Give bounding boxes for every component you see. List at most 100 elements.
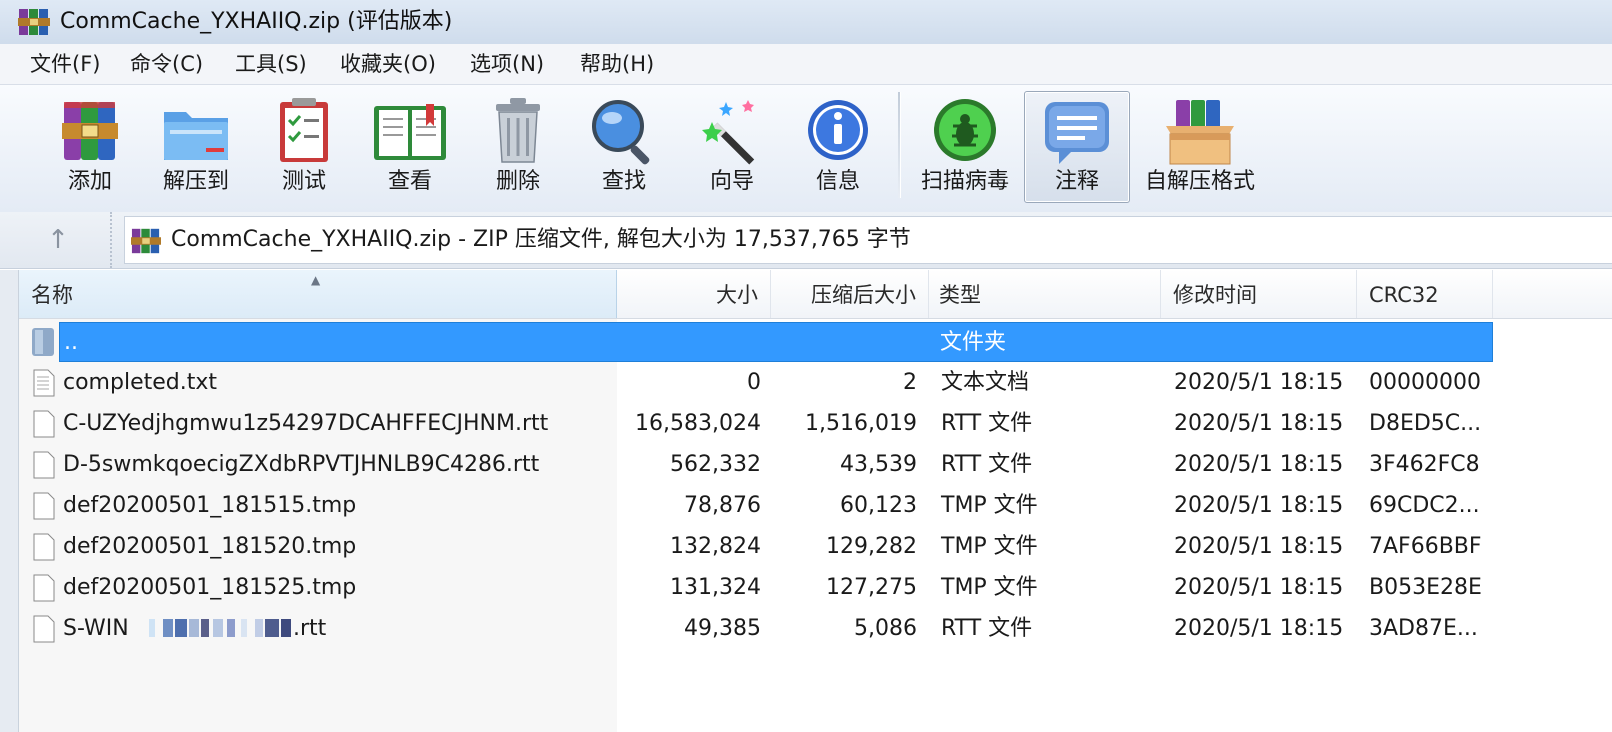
file-modified: 2020/5/1 18:15 (1174, 493, 1344, 518)
toolbar: 添加 解压到 测试 查看 删除 查找 向导 信息 扫描病毒 注释 自解压格式 (0, 85, 1612, 213)
file-name: def20200501_181525.tmp (63, 575, 357, 600)
menu-favorites[interactable]: 收藏夹(O) (338, 48, 438, 80)
add-label: 添加 (67, 169, 112, 194)
header-size[interactable]: 大小 (617, 270, 771, 318)
file-crc32: 3F462FC8 (1369, 452, 1480, 477)
wizard-label: 向导 (709, 169, 754, 194)
file-type: TMP 文件 (941, 534, 1038, 559)
file-icon (33, 615, 55, 643)
add-button[interactable]: 添加 (38, 91, 142, 203)
extract-folder-icon (164, 112, 228, 160)
header-filler (1493, 270, 1612, 318)
wizard-button[interactable]: 向导 (684, 91, 780, 203)
delete-label: 删除 (495, 169, 540, 194)
file-packed-size: 43,539 (840, 452, 917, 477)
folder-up-icon (32, 328, 54, 356)
header-crc32[interactable]: CRC32 (1357, 270, 1493, 318)
comment-label: 注释 (1054, 169, 1099, 194)
sfx-label: 自解压格式 (1144, 169, 1255, 194)
table-row[interactable]: S-WIN .rtt 49,385 5,086 RTT 文件 2020/5/1 … (19, 609, 1493, 649)
archive-path-text: CommCache_YXHAIIQ.zip - ZIP 压缩文件, 解包大小为 … (171, 227, 911, 252)
table-row[interactable]: def20200501_181520.tmp 132,824 129,282 T… (19, 527, 1493, 567)
table-row[interactable]: completed.txt 0 2 文本文档 2020/5/1 18:15 00… (19, 363, 1493, 403)
file-crc32: 00000000 (1369, 370, 1481, 395)
file-type: RTT 文件 (941, 616, 1033, 641)
file-modified: 2020/5/1 18:15 (1174, 534, 1344, 559)
text-file-icon (33, 369, 55, 397)
header-type[interactable]: 类型 (929, 270, 1161, 318)
toolbar-separator (898, 92, 901, 198)
list-item-parent-folder[interactable]: .. 文件夹 (59, 322, 1493, 362)
file-name: def20200501_181520.tmp (63, 534, 357, 559)
test-checklist-icon (280, 98, 328, 162)
magic-wand-icon (702, 100, 755, 165)
table-row[interactable]: def20200501_181515.tmp 78,876 60,123 TMP… (19, 486, 1493, 526)
file-modified: 2020/5/1 18:15 (1174, 616, 1344, 641)
up-arrow-icon[interactable]: ↑ (36, 218, 80, 262)
file-packed-size: 129,282 (826, 534, 917, 559)
info-label: 信息 (815, 169, 860, 194)
file-icon (33, 533, 55, 561)
file-icon (33, 451, 55, 479)
file-packed-size: 2 (903, 370, 917, 395)
file-type: RTT 文件 (941, 452, 1033, 477)
comment-button[interactable]: 注释 (1024, 91, 1130, 203)
file-crc32: B053E28E (1369, 575, 1482, 600)
magnifier-icon (592, 100, 650, 165)
delete-button[interactable]: 删除 (470, 91, 566, 203)
parent-folder-type: 文件夹 (940, 330, 1007, 355)
file-size: 131,324 (670, 575, 761, 600)
menu-options[interactable]: 选项(N) (468, 48, 546, 80)
trash-icon (496, 98, 540, 163)
file-crc32: 3AD87E... (1369, 616, 1478, 641)
title-bar[interactable]: CommCache_YXHAIIQ.zip (评估版本) (0, 0, 1612, 45)
header-name[interactable]: 名称 ▲ (19, 270, 617, 318)
file-icon (33, 410, 55, 438)
winrar-app-icon (18, 9, 50, 35)
file-type: RTT 文件 (941, 411, 1033, 436)
file-size: 78,876 (684, 493, 761, 518)
header-modified[interactable]: 修改时间 (1161, 270, 1357, 318)
sfx-button[interactable]: 自解压格式 (1140, 91, 1260, 203)
view-book-icon (374, 104, 446, 160)
info-icon (808, 100, 868, 160)
info-button[interactable]: 信息 (790, 91, 886, 203)
add-archive-icon (62, 102, 118, 160)
file-list: 名称 ▲ 大小 压缩后大小 类型 修改时间 CRC32 .. 文件夹 compl… (18, 270, 1612, 732)
file-modified: 2020/5/1 18:15 (1174, 452, 1344, 477)
address-bar-row: ↑ CommCache_YXHAIIQ.zip - ZIP 压缩文件, 解包大小… (0, 212, 1612, 269)
file-size: 0 (747, 370, 761, 395)
file-name-prefix: S-WIN (63, 616, 129, 641)
file-name: completed.txt (63, 370, 217, 395)
address-separator (110, 212, 122, 268)
menu-bar: 文件(F) 命令(C) 工具(S) 收藏夹(O) 选项(N) 帮助(H) (0, 44, 1612, 85)
file-crc32: 7AF66BBF (1369, 534, 1482, 559)
table-row[interactable]: D-5swmkqoecigZXdbRPVTJHNLB9C4286.rtt 562… (19, 445, 1493, 485)
address-field[interactable]: CommCache_YXHAIIQ.zip - ZIP 压缩文件, 解包大小为 … (124, 216, 1612, 264)
table-row[interactable]: C-UZYedjhgmwu1z54297DCAHFFECJHNM.rtt 16,… (19, 404, 1493, 444)
menu-file[interactable]: 文件(F) (28, 48, 102, 80)
menu-commands[interactable]: 命令(C) (128, 48, 205, 80)
test-button[interactable]: 测试 (256, 91, 352, 203)
virus-scan-button[interactable]: 扫描病毒 (912, 91, 1018, 203)
file-icon (33, 574, 55, 602)
extract-to-button[interactable]: 解压到 (148, 91, 244, 203)
file-type: TMP 文件 (941, 493, 1038, 518)
menu-tools[interactable]: 工具(S) (233, 48, 309, 80)
view-button[interactable]: 查看 (362, 91, 458, 203)
table-row[interactable]: def20200501_181525.tmp 131,324 127,275 T… (19, 568, 1493, 608)
find-label: 查找 (601, 169, 646, 194)
find-button[interactable]: 查找 (576, 91, 672, 203)
header-packed-size[interactable]: 压缩后大小 (771, 270, 929, 318)
file-name-suffix: .rtt (293, 616, 327, 641)
archive-icon (131, 228, 161, 254)
file-crc32: D8ED5C... (1369, 411, 1482, 436)
file-type: TMP 文件 (941, 575, 1038, 600)
virus-scan-label: 扫描病毒 (920, 169, 1009, 194)
comment-icon (1045, 102, 1109, 164)
file-name: C-UZYedjhgmwu1z54297DCAHFFECJHNM.rtt (63, 411, 549, 436)
file-packed-size: 127,275 (826, 575, 917, 600)
menu-help[interactable]: 帮助(H) (578, 48, 656, 80)
file-packed-size: 5,086 (854, 616, 917, 641)
left-pane-edge (0, 270, 18, 732)
